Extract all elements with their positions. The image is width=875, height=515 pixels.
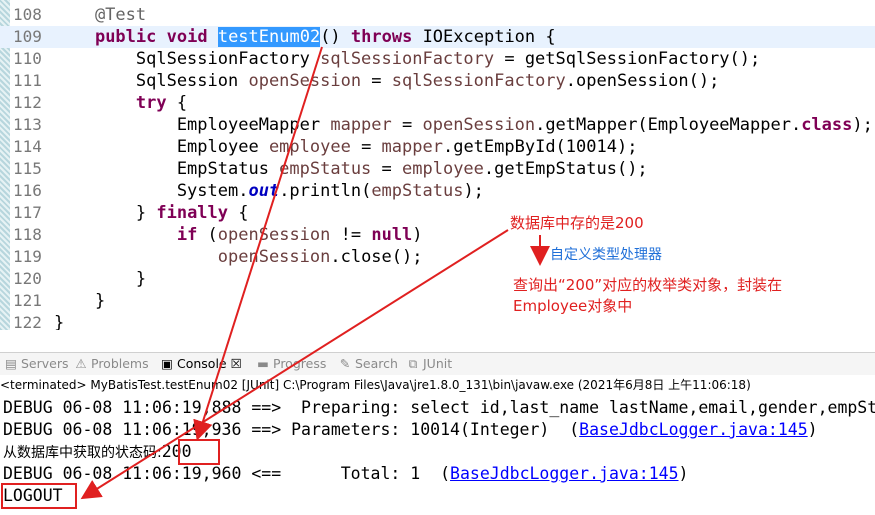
note-db-value: 数据库中存的是200: [510, 214, 644, 232]
arrow-note-to-logout: [80, 229, 509, 500]
arrow-method-to-status: [193, 46, 323, 441]
note-type-handler: 自定义类型处理器: [550, 247, 662, 263]
annotation-arrows: [80, 46, 550, 500]
note-query-2: Employee对象中: [513, 297, 633, 315]
note-query-1: 查询出“200”对应的枚举类对象，封装在: [513, 276, 783, 294]
